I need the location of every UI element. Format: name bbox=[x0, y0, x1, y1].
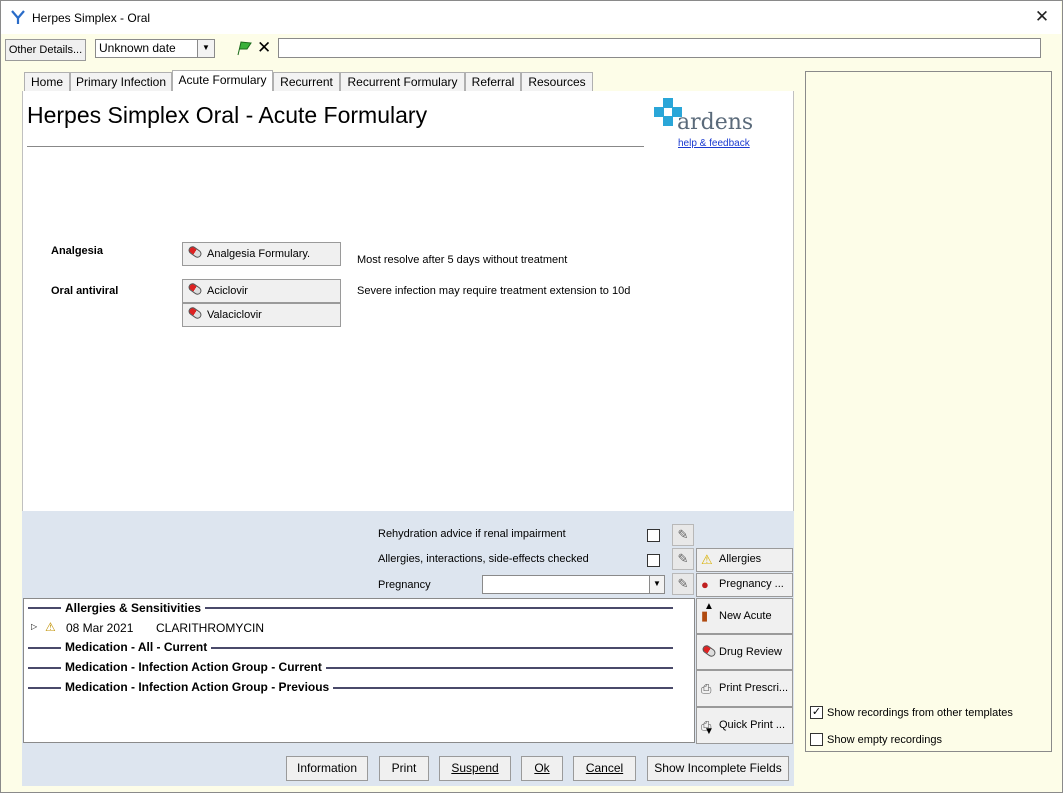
pregnancy-button-label: Pregnancy ... bbox=[719, 578, 784, 590]
title-bar: Herpes Simplex - Oral ✕ bbox=[1, 1, 1061, 34]
rehydration-label: Rehydration advice if renal impairment bbox=[378, 528, 566, 540]
pregnancy-button[interactable]: ● Pregnancy ... bbox=[696, 573, 793, 597]
aciclovir-button[interactable]: Aciclovir bbox=[182, 279, 341, 303]
recordings-list[interactable]: Allergies & Sensitivities ▷ ⚠ 08 Mar 202… bbox=[23, 598, 714, 743]
valaciclovir-label: Valaciclovir bbox=[207, 309, 262, 321]
list-item[interactable]: ▷ ⚠ 08 Mar 2021 CLARITHROMYCIN bbox=[24, 619, 684, 637]
tab-resources[interactable]: Resources bbox=[521, 72, 593, 92]
tab-recurrent[interactable]: Recurrent bbox=[273, 72, 340, 92]
chevron-down-icon[interactable]: ▼ bbox=[649, 576, 664, 593]
allergies-section-header: Allergies & Sensitivities bbox=[61, 601, 206, 615]
allergy-drug: CLARITHROMYCIN bbox=[156, 621, 265, 635]
ardens-logo: ardens help & feedback bbox=[652, 96, 762, 152]
allergies-button-label: Allergies bbox=[719, 553, 762, 565]
scroll-down-icon[interactable]: ▼ bbox=[702, 726, 716, 740]
app-logo-icon bbox=[11, 10, 25, 24]
drug-review-label: Drug Review bbox=[719, 646, 782, 658]
aciclovir-label: Aciclovir bbox=[207, 285, 248, 297]
tab-home[interactable]: Home bbox=[24, 72, 70, 92]
date-value: Unknown date bbox=[99, 41, 176, 55]
med-all-header: Medication - All - Current bbox=[61, 640, 212, 654]
allergies-checked-label: Allergies, interactions, side-effects ch… bbox=[378, 553, 589, 565]
analgesia-formulary-button[interactable]: Analgesia Formulary. bbox=[182, 242, 341, 266]
analgesia-note: Most resolve after 5 days without treatm… bbox=[357, 254, 568, 266]
print-prescription-label: Print Prescri... bbox=[719, 682, 789, 694]
new-acute-label: New Acute bbox=[719, 610, 772, 622]
drug-review-button[interactable]: Drug Review bbox=[696, 634, 793, 670]
pregnancy-label: Pregnancy bbox=[378, 579, 431, 591]
tab-recurrent-formulary[interactable]: Recurrent Formulary bbox=[340, 72, 465, 92]
pill-icon bbox=[186, 305, 204, 321]
pill-icon bbox=[186, 281, 204, 297]
show-empty-recordings-label: Show empty recordings bbox=[827, 734, 942, 746]
pregnancy-select[interactable]: ▼ bbox=[482, 575, 665, 594]
page-title: Herpes Simplex Oral - Acute Formulary bbox=[27, 102, 428, 128]
title-divider bbox=[27, 146, 644, 147]
other-details-button[interactable]: Other Details... bbox=[5, 39, 86, 61]
oral-antiviral-note: Severe infection may require treatment e… bbox=[357, 285, 631, 297]
allergy-date: 08 Mar 2021 bbox=[66, 621, 134, 635]
printer-icon: ⎙ bbox=[701, 680, 712, 696]
close-icon[interactable]: ✕ bbox=[1031, 6, 1053, 28]
quick-print-label: Quick Print ... bbox=[719, 719, 786, 731]
window-title: Herpes Simplex - Oral bbox=[32, 11, 151, 25]
cancel-button[interactable]: Cancel bbox=[573, 756, 636, 781]
suspend-button[interactable]: Suspend bbox=[439, 756, 511, 781]
ok-button[interactable]: Ok bbox=[521, 756, 563, 781]
oral-antiviral-label: Oral antiviral bbox=[51, 285, 119, 297]
allergies-checked-checkbox[interactable] bbox=[647, 554, 660, 567]
med-iag-previous-header: Medication - Infection Action Group - Pr… bbox=[61, 680, 334, 694]
med-iag-current-header: Medication - Infection Action Group - Cu… bbox=[61, 660, 326, 674]
content-area bbox=[22, 91, 794, 511]
rehydration-checkbox[interactable] bbox=[647, 529, 660, 542]
allergies-button[interactable]: ⚠ Allergies bbox=[696, 548, 793, 572]
tab-acute-formulary[interactable]: Acute Formulary bbox=[172, 70, 273, 92]
tab-referral[interactable]: Referral bbox=[465, 72, 521, 92]
print-prescription-button[interactable]: ⎙ Print Prescri... bbox=[696, 670, 793, 707]
help-feedback-link[interactable]: help & feedback bbox=[678, 138, 750, 149]
comment-input[interactable] bbox=[278, 38, 1041, 58]
valaciclovir-button[interactable]: Valaciclovir bbox=[182, 303, 341, 327]
pencil-icon[interactable]: ✎ bbox=[672, 573, 694, 595]
brand-name: ardens bbox=[677, 110, 754, 135]
pill-icon bbox=[700, 643, 718, 659]
chevron-down-icon[interactable]: ▼ bbox=[197, 40, 214, 57]
date-select[interactable]: Unknown date ▼ bbox=[95, 39, 215, 58]
tab-strip: Home Primary Infection Acute Formulary R… bbox=[24, 70, 794, 92]
pencil-icon[interactable]: ✎ bbox=[672, 548, 694, 570]
tab-primary-infection[interactable]: Primary Infection bbox=[70, 72, 172, 92]
right-panel bbox=[805, 71, 1052, 752]
pill-icon bbox=[186, 244, 204, 260]
clear-date-icon[interactable]: ✕ bbox=[257, 37, 271, 59]
expand-icon[interactable]: ▷ bbox=[31, 622, 37, 631]
show-empty-recordings-checkbox[interactable] bbox=[810, 733, 823, 746]
pregnancy-icon: ● bbox=[701, 577, 709, 592]
warning-icon: ⚠ bbox=[701, 552, 713, 567]
show-incomplete-fields-button[interactable]: Show Incomplete Fields bbox=[647, 756, 789, 781]
show-other-templates-label: Show recordings from other templates bbox=[827, 707, 1013, 719]
information-button[interactable]: Information bbox=[286, 756, 368, 781]
analgesia-formulary-label: Analgesia Formulary. bbox=[207, 248, 311, 260]
allergy-warning-icon: ⚠ bbox=[45, 620, 56, 634]
print-button[interactable]: Print bbox=[379, 756, 429, 781]
pencil-icon[interactable]: ✎ bbox=[672, 524, 694, 546]
green-flag-icon[interactable] bbox=[235, 39, 255, 58]
scroll-up-icon[interactable]: ▲ bbox=[702, 601, 716, 615]
show-other-templates-checkbox[interactable]: ✓ bbox=[810, 706, 823, 719]
analgesia-label: Analgesia bbox=[51, 245, 103, 257]
